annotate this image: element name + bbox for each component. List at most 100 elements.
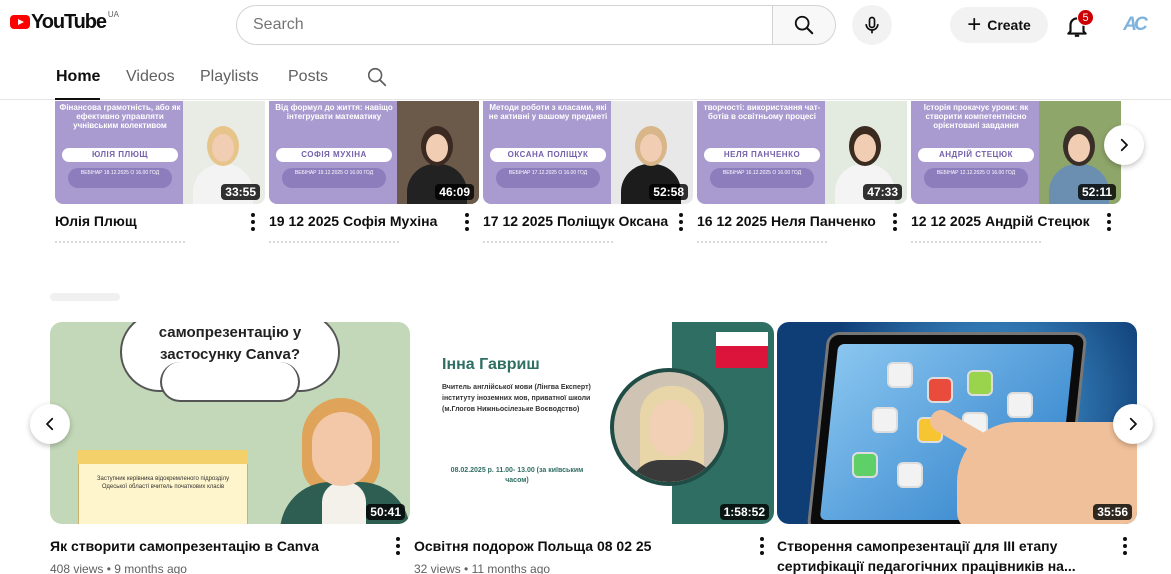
video-metadata-placeholder bbox=[269, 241, 399, 247]
tab-playlists[interactable]: Playlists bbox=[200, 68, 259, 86]
poland-flag-icon bbox=[716, 332, 768, 368]
video-thumbnail[interactable]: Історія прокачує уроки: як створити комп… bbox=[911, 101, 1121, 204]
thumbnail-description: Вчитель англійської мови (Лінгва Експерт… bbox=[442, 384, 591, 413]
thumbnail-heading: Фінансова грамотність, або як ефективно … bbox=[59, 103, 181, 130]
video-metadata-placeholder bbox=[911, 241, 1041, 247]
video-title[interactable]: Освітня подорож Польща 08 02 25 bbox=[414, 536, 749, 556]
video-metadata-placeholder bbox=[483, 241, 613, 247]
shelf2-prev-button[interactable] bbox=[30, 404, 70, 444]
chevron-left-icon bbox=[46, 417, 54, 431]
video-card[interactable]: Фінансова грамотність, або як ефективно … bbox=[55, 101, 265, 243]
video-title[interactable]: 17 12 2025 Поліщук Оксана bbox=[483, 213, 683, 229]
shelf1-next-button[interactable] bbox=[1104, 125, 1144, 165]
thumbnail-webinar: ВЕБІНАР 17.12.2025 О 16.00 ГОД bbox=[496, 168, 600, 188]
thumbnail-webinar: ВЕБІНАР 19.12.2025 О 16.00 ГОД bbox=[282, 168, 386, 188]
video-thumbnail[interactable]: Методи роботи з класами, які не активні … bbox=[483, 101, 693, 204]
video-metadata: 408 views • 9 months ago bbox=[50, 562, 187, 574]
thumbnail-name: ОКСАНА ПОЛІЩУК bbox=[490, 148, 606, 162]
search-input[interactable] bbox=[253, 16, 773, 34]
thumbnail-name: Інна Гавриш bbox=[442, 356, 540, 373]
thumbnail-name: НЕЛЯ ПАНЧЕНКО bbox=[704, 148, 820, 162]
video-duration: 33:55 bbox=[221, 184, 260, 200]
video-card[interactable]: Від формул до життя: навіщо інтегрувати … bbox=[269, 101, 479, 243]
thumbnail-name: СОФІЯ МУХІНА bbox=[276, 148, 392, 162]
video-duration: 52:58 bbox=[649, 184, 688, 200]
tab-posts[interactable]: Posts bbox=[288, 68, 328, 86]
video-card[interactable]: Інна Гавриш Вчитель англійської мови (Лі… bbox=[414, 322, 774, 574]
more-options-button[interactable] bbox=[396, 537, 400, 555]
account-avatar[interactable]: AC bbox=[1118, 9, 1150, 41]
video-thumbnail[interactable]: самопрезентацію у застосунку Canva? Заст… bbox=[50, 322, 410, 524]
video-title[interactable]: Як створити самопрезентацію в Canva bbox=[50, 536, 385, 556]
create-button[interactable]: + Create bbox=[950, 7, 1048, 43]
search-button[interactable] bbox=[772, 5, 836, 45]
more-options-button[interactable] bbox=[1107, 213, 1111, 231]
more-options-button[interactable] bbox=[465, 213, 469, 231]
thumbnail-heading: Від формул до життя: навіщо інтегрувати … bbox=[275, 103, 393, 121]
thumbnail-name: АНДРІЙ СТЕЦЮК bbox=[918, 148, 1034, 162]
create-label: Create bbox=[987, 17, 1031, 33]
shelf2-next-button[interactable] bbox=[1113, 404, 1153, 444]
video-metadata-placeholder bbox=[55, 241, 185, 247]
video-card[interactable]: самопрезентацію у застосунку Canva? Заст… bbox=[50, 322, 410, 574]
video-metadata: 32 views • 11 months ago bbox=[414, 562, 551, 574]
view-count: 32 views bbox=[414, 562, 461, 574]
video-duration: 52:11 bbox=[1077, 184, 1116, 200]
video-title[interactable]: 16 12 2025 Неля Панченко bbox=[697, 213, 897, 229]
video-duration: 1:58:52 bbox=[719, 504, 769, 520]
shelf-title-placeholder bbox=[50, 293, 120, 301]
video-duration: 50:41 bbox=[366, 504, 405, 520]
channel-search-button[interactable] bbox=[366, 66, 388, 93]
search-box bbox=[236, 5, 773, 45]
video-thumbnail[interactable]: Інна Гавриш Вчитель англійської мови (Лі… bbox=[414, 322, 774, 524]
video-title[interactable]: 12 12 2025 Андрій Стецюк bbox=[911, 213, 1111, 229]
more-options-button[interactable] bbox=[893, 213, 897, 231]
active-tab-indicator bbox=[55, 98, 100, 100]
video-thumbnail[interactable]: 35:56 bbox=[777, 322, 1137, 524]
thumbnail-webinar: ВЕБІНАР 18.12.2025 О 16.00 ГОД bbox=[68, 168, 172, 188]
video-card[interactable]: Методи роботи з класами, які не активні … bbox=[483, 101, 693, 243]
video-card[interactable]: Історія прокачує уроки: як створити комп… bbox=[911, 101, 1121, 243]
video-title[interactable]: 19 12 2025 Софія Мухіна bbox=[269, 213, 469, 229]
video-title[interactable]: Створення самопрезентації для ІІІ етапу … bbox=[777, 536, 1112, 574]
region-code: UA bbox=[107, 10, 120, 19]
notification-badge: 5 bbox=[1077, 9, 1094, 26]
tab-videos[interactable]: Videos bbox=[126, 68, 175, 86]
search-icon bbox=[794, 15, 814, 35]
search-icon bbox=[367, 67, 387, 87]
thumbnail-text: самопрезентацію у застосунку Canva? bbox=[158, 324, 302, 363]
thumbnail-name: ЮЛІЯ ПЛЮЩ bbox=[62, 148, 178, 162]
plus-icon: + bbox=[967, 11, 982, 38]
more-options-button[interactable] bbox=[1123, 537, 1127, 555]
video-title[interactable]: Юлія Плющ bbox=[55, 213, 255, 229]
youtube-play-icon bbox=[10, 15, 30, 29]
thumbnail-webinar: ВЕБІНАР 16.12.2025 О 16.00 ГОД bbox=[710, 168, 814, 188]
more-options-button[interactable] bbox=[760, 537, 764, 555]
youtube-logo[interactable]: YouTube UA bbox=[10, 10, 119, 34]
video-card[interactable]: 35:56 Створення самопрезентації для ІІІ … bbox=[777, 322, 1137, 574]
channel-tabs: Home Videos Playlists Posts bbox=[0, 58, 1171, 100]
more-options-button[interactable] bbox=[679, 213, 683, 231]
microphone-icon bbox=[865, 16, 879, 34]
video-metadata-placeholder bbox=[697, 241, 827, 247]
view-count: 408 views bbox=[50, 562, 104, 574]
video-duration: 47:33 bbox=[863, 184, 902, 200]
video-thumbnail[interactable]: Фінансова грамотність, або як ефективно … bbox=[55, 101, 265, 204]
upload-age: 11 months ago bbox=[471, 562, 551, 574]
video-thumbnail[interactable]: Від формул до життя: навіщо інтегрувати … bbox=[269, 101, 479, 204]
voice-search-button[interactable] bbox=[852, 5, 892, 45]
video-card[interactable]: творчості: використання чат-ботів в осві… bbox=[697, 101, 907, 243]
video-duration: 46:09 bbox=[435, 184, 474, 200]
logo-text: YouTube bbox=[31, 11, 107, 33]
video-duration: 35:56 bbox=[1093, 504, 1132, 520]
chevron-right-icon bbox=[1120, 138, 1128, 152]
thumbnail-heading: творчості: використання чат-ботів в осві… bbox=[703, 103, 821, 121]
notifications-button[interactable]: 5 bbox=[1062, 9, 1094, 40]
video-thumbnail[interactable]: творчості: використання чат-ботів в осві… bbox=[697, 101, 907, 204]
upload-age: 9 months ago bbox=[114, 562, 187, 574]
tab-home[interactable]: Home bbox=[56, 68, 100, 86]
speaker-photo bbox=[610, 368, 728, 486]
masthead: YouTube UA + Create 5 AC bbox=[0, 0, 1171, 50]
chevron-right-icon bbox=[1129, 417, 1137, 431]
more-options-button[interactable] bbox=[251, 213, 255, 231]
